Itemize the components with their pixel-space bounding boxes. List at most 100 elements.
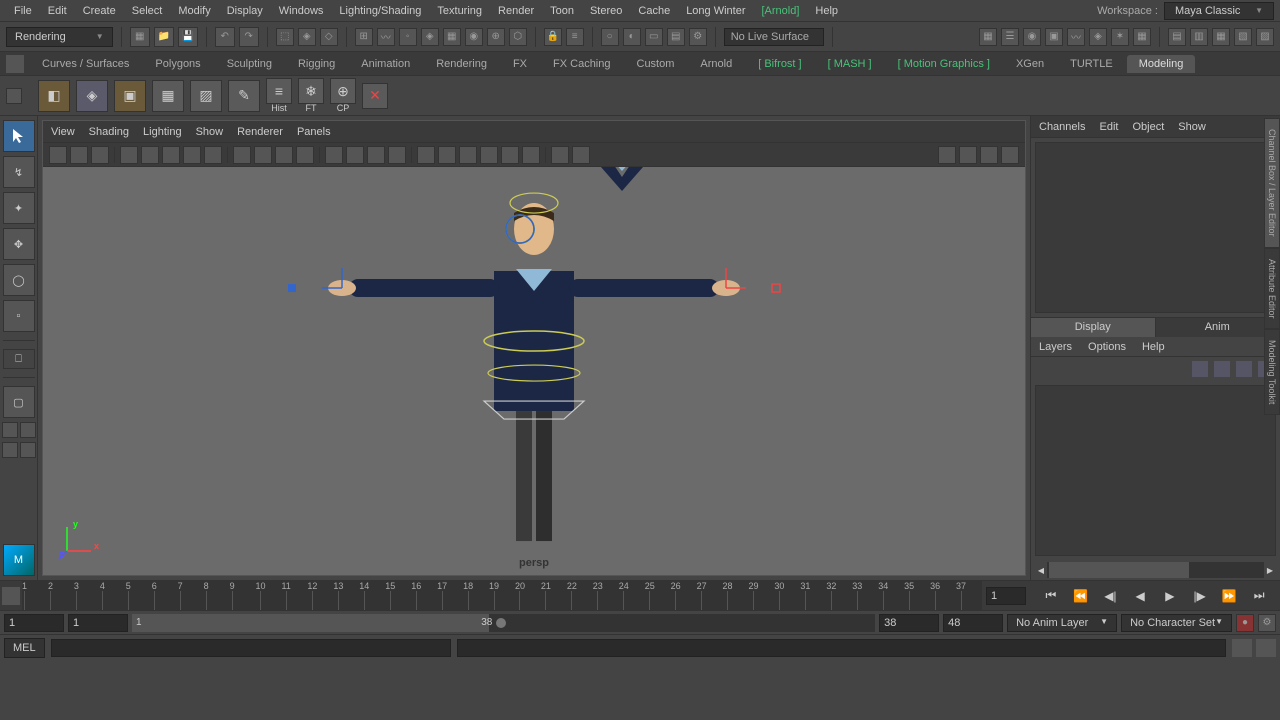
last-tool[interactable]: ⎕ <box>3 349 35 369</box>
layers-menu[interactable]: Layers <box>1039 341 1072 353</box>
snap-plane-icon[interactable]: ◈ <box>421 28 439 46</box>
select-object-icon[interactable]: ◈ <box>298 28 316 46</box>
goto-start-icon[interactable]: ⏮ <box>1041 586 1061 606</box>
layout-three-icon[interactable] <box>2 442 18 458</box>
cb-channels-menu[interactable]: Channels <box>1039 121 1085 133</box>
module-dropdown[interactable]: Rendering▼ <box>6 27 113 47</box>
rotate-tool[interactable]: ◯ <box>3 264 35 296</box>
sculpt-tool-icon[interactable]: ✎ <box>228 80 260 112</box>
current-frame-field[interactable] <box>986 587 1026 605</box>
range-slider-grip-icon[interactable] <box>496 618 506 628</box>
menu-stereo[interactable]: Stereo <box>582 0 630 22</box>
render-region-icon[interactable]: ▭ <box>645 28 663 46</box>
toggle-a-icon[interactable]: ▤ <box>1168 28 1186 46</box>
menu-select[interactable]: Select <box>124 0 171 22</box>
layer-tab-anim[interactable]: Anim <box>1156 318 1280 337</box>
node-editor-icon[interactable]: ◈ <box>1089 28 1107 46</box>
mesh-tools-icon[interactable]: ▨ <box>190 80 222 112</box>
scrollbar-left-arrow-icon[interactable]: ◀ <box>1035 562 1047 578</box>
layout-single-icon[interactable]: ▢ <box>3 386 35 418</box>
vp-background-icon[interactable] <box>551 146 569 164</box>
snap-point-icon[interactable]: ◦ <box>399 28 417 46</box>
shelf-tab-bifrost[interactable]: [ Bifrost ] <box>746 55 813 73</box>
play-forward-icon[interactable]: ▶ <box>1160 586 1180 606</box>
menu-lighting-shading[interactable]: Lighting/Shading <box>331 0 429 22</box>
poly-cube-icon[interactable]: ◧ <box>38 80 70 112</box>
render-icon[interactable]: ○ <box>601 28 619 46</box>
time-slider-ruler[interactable]: 1234567891011121314151617181920212223242… <box>22 581 982 610</box>
vp-res-gate-icon[interactable] <box>183 146 201 164</box>
layer-move-up-icon[interactable] <box>1192 361 1208 377</box>
menu-display[interactable]: Display <box>219 0 271 22</box>
cb-edit-menu[interactable]: Edit <box>1099 121 1118 133</box>
vp-color-mgmt-icon[interactable] <box>572 146 590 164</box>
cb-show-menu[interactable]: Show <box>1178 121 1206 133</box>
step-forward-key-icon[interactable]: ⏩ <box>1219 586 1239 606</box>
shelf-tab-turtle[interactable]: TURTLE <box>1058 55 1125 73</box>
tab-channel-box[interactable]: Channel Box / Layer Editor <box>1264 118 1280 248</box>
layout-custom-icon[interactable] <box>20 442 36 458</box>
vp-motion-blur-icon[interactable] <box>388 146 406 164</box>
vp-grease-icon[interactable] <box>141 146 159 164</box>
live-surface-dropdown[interactable]: No Live Surface <box>724 28 824 46</box>
layout-two-icon[interactable] <box>20 422 36 438</box>
playback-end-field[interactable] <box>879 614 939 632</box>
layer-tab-display[interactable]: Display <box>1031 318 1156 337</box>
maya-logo-icon[interactable]: M <box>3 544 35 576</box>
poly-sphere-icon[interactable]: ◈ <box>76 80 108 112</box>
delete-all-icon[interactable]: ✕ <box>362 83 388 109</box>
layer-move-down-icon[interactable] <box>1214 361 1230 377</box>
panel-layout-icon[interactable]: ▦ <box>979 28 997 46</box>
layout-four-icon[interactable] <box>2 422 18 438</box>
vp-xray-icon[interactable] <box>438 146 456 164</box>
menu-render[interactable]: Render <box>490 0 542 22</box>
paint-select-tool[interactable]: ✦ <box>3 192 35 224</box>
outliner-toggle-icon[interactable]: ☰ <box>1001 28 1019 46</box>
shelf-tab-fx[interactable]: FX <box>501 55 539 73</box>
vp-2d-pan-icon[interactable] <box>120 146 138 164</box>
menu-create[interactable]: Create <box>75 0 124 22</box>
vp-isolate-icon[interactable] <box>417 146 435 164</box>
toggle-e-icon[interactable]: ▨ <box>1256 28 1274 46</box>
script-editor-icon[interactable] <box>1232 639 1252 657</box>
range-slider-handle[interactable]: 1 <box>132 614 489 632</box>
shelf-tab-fx-caching[interactable]: FX Caching <box>541 55 622 73</box>
persp-viewport[interactable]: y x z persp <box>43 167 1025 575</box>
play-back-icon[interactable]: ◀ <box>1130 586 1150 606</box>
playback-start-field[interactable] <box>68 614 128 632</box>
layer-create-empty-icon[interactable] <box>1236 361 1252 377</box>
new-scene-icon[interactable]: ▦ <box>130 27 150 47</box>
channel-box-scrollbar[interactable]: ◀ ▶ <box>1035 562 1276 578</box>
vp-tear-off-icon[interactable] <box>980 146 998 164</box>
shelf-tab-modeling[interactable]: Modeling <box>1127 55 1196 73</box>
xgen-icon[interactable]: ✶ <box>1111 28 1129 46</box>
vp-image-plane-icon[interactable] <box>91 146 109 164</box>
vp-lighting-menu[interactable]: Lighting <box>143 126 182 138</box>
vp-hud-icon[interactable] <box>959 146 977 164</box>
cb-object-menu[interactable]: Object <box>1132 121 1164 133</box>
vp-panels-menu[interactable]: Panels <box>297 126 331 138</box>
auto-key-icon[interactable]: ● <box>1236 614 1254 632</box>
command-input[interactable] <box>51 639 451 657</box>
tab-modeling-toolkit[interactable]: Modeling Toolkit <box>1264 329 1280 415</box>
menu-arnold[interactable]: [Arnold] <box>754 0 808 22</box>
snap-toggle-icon[interactable]: ⬡ <box>509 28 527 46</box>
open-scene-icon[interactable]: 📁 <box>154 27 174 47</box>
help-line-icon[interactable] <box>1256 639 1276 657</box>
vp-smooth-icon[interactable] <box>275 146 293 164</box>
save-scene-icon[interactable]: 💾 <box>178 27 198 47</box>
vp-grid-icon[interactable] <box>233 146 251 164</box>
goto-end-icon[interactable]: ⏭ <box>1249 586 1269 606</box>
vp-textured-icon[interactable] <box>296 146 314 164</box>
vp-gamma-icon[interactable] <box>522 146 540 164</box>
redo-icon[interactable]: ↷ <box>239 27 259 47</box>
anim-end-field[interactable] <box>943 614 1003 632</box>
vp-shading-menu[interactable]: Shading <box>89 126 129 138</box>
vp-view-menu[interactable]: View <box>51 126 75 138</box>
vp-maximize-icon[interactable] <box>1001 146 1019 164</box>
hypershade-icon[interactable]: ◉ <box>1023 28 1041 46</box>
shelf-tab-mash[interactable]: [ MASH ] <box>816 55 884 73</box>
snap-view-icon[interactable]: ▦ <box>443 28 461 46</box>
cmd-language-dropdown[interactable]: MEL <box>4 638 45 658</box>
step-back-icon[interactable]: ◀| <box>1100 586 1120 606</box>
